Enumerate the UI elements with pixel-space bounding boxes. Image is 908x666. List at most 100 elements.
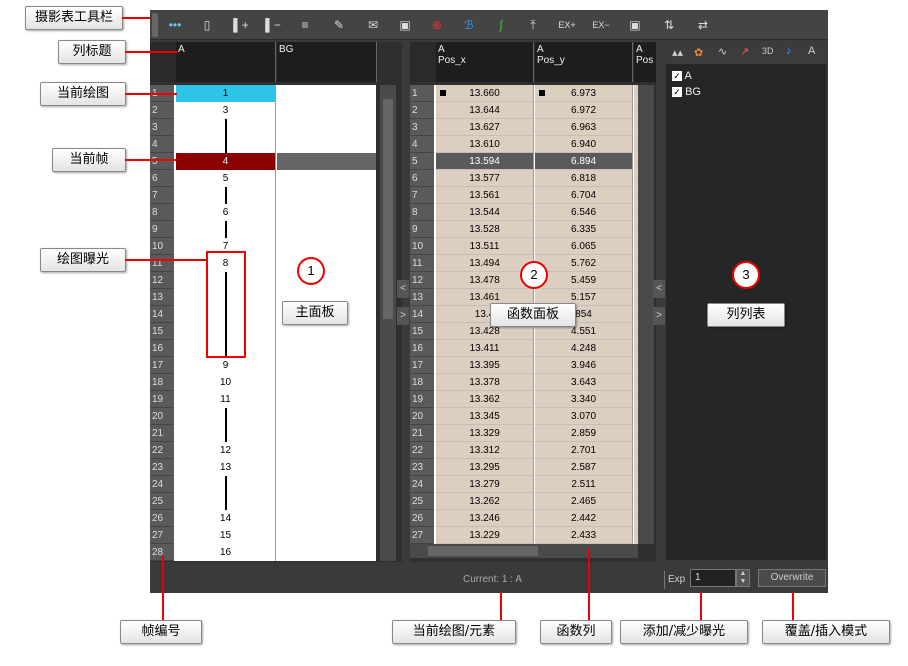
collapse-left-icon[interactable]: < [397, 280, 409, 298]
bg-cell[interactable] [277, 102, 376, 119]
exposure-cell[interactable] [176, 119, 276, 136]
toolbar-grip[interactable] [152, 13, 158, 37]
collapse-left-icon-2[interactable]: < [653, 280, 665, 298]
frame-number[interactable]: 20 [410, 408, 434, 425]
collapse-right-icon[interactable]: > [397, 307, 409, 325]
swap-icon[interactable]: ⇅ [658, 14, 680, 36]
effect-tab-icon[interactable]: ↗ [740, 45, 749, 58]
frame-number[interactable]: 22 [150, 442, 174, 459]
exposure-cell[interactable] [176, 476, 276, 493]
function-value-cell[interactable]: 13.312 [436, 442, 534, 459]
function-value-cell[interactable]: 5.762 [535, 255, 633, 272]
exposure-cell[interactable]: 3 [176, 102, 276, 119]
bg-cell[interactable] [277, 204, 376, 221]
bg-cell[interactable] [277, 459, 376, 476]
exposure-cell[interactable]: 10 [176, 374, 276, 391]
exposure-cell[interactable]: 13 [176, 459, 276, 476]
frame-number[interactable]: 25 [150, 493, 174, 510]
frame-number[interactable]: 11 [410, 255, 434, 272]
function-value-cell[interactable]: 13.528 [436, 221, 534, 238]
function-value-cell[interactable]: 13.378 [436, 374, 534, 391]
frame-number[interactable]: 6 [410, 170, 434, 187]
flip-icon[interactable]: ⇄ [692, 14, 714, 36]
bg-cell[interactable] [277, 170, 376, 187]
curve-tab-icon[interactable]: ∿ [718, 45, 727, 58]
exposure-cell[interactable]: 12 [176, 442, 276, 459]
function-value-cell[interactable]: 2.587 [535, 459, 633, 476]
bg-cell[interactable] [277, 255, 376, 272]
panel-toggle-icon[interactable]: ▯ [196, 14, 218, 36]
add-column-icon[interactable]: ▌+ [230, 14, 252, 36]
color-tab-icon[interactable]: ✿ [694, 46, 703, 59]
frame-number[interactable]: 21 [410, 425, 434, 442]
overwrite-button[interactable]: Overwrite [758, 569, 826, 587]
frame-number[interactable]: 2 [410, 102, 434, 119]
function-value-cell[interactable]: 6.894 [535, 153, 633, 170]
exposure-cell[interactable] [176, 408, 276, 425]
frame-number[interactable]: 5 [150, 153, 174, 170]
frame-number[interactable]: 20 [150, 408, 174, 425]
exposure-cell[interactable]: 5 [176, 170, 276, 187]
frame-number[interactable]: 16 [150, 340, 174, 357]
function-v-scrollbar[interactable] [638, 85, 654, 544]
ex-plus-icon[interactable]: EX+ [556, 14, 578, 36]
bg-cell[interactable] [277, 476, 376, 493]
frame-number[interactable]: 23 [410, 459, 434, 476]
checkbox-a[interactable]: ✓ [672, 71, 682, 81]
function-value-cell[interactable]: 6.704 [535, 187, 633, 204]
frame-number[interactable]: 24 [150, 476, 174, 493]
frame-number[interactable]: 11 [150, 255, 174, 272]
frame-number[interactable]: 3 [410, 119, 434, 136]
bg-cell[interactable] [277, 85, 376, 102]
function-value-cell[interactable]: 6.972 [535, 102, 633, 119]
bg-cell[interactable] [277, 272, 376, 289]
column-header-bg[interactable]: BG [277, 42, 377, 82]
frame-number[interactable]: 21 [150, 425, 174, 442]
function-value-cell[interactable]: 5.459 [535, 272, 633, 289]
bg-cell[interactable] [277, 136, 376, 153]
frame-number[interactable]: 14 [150, 306, 174, 323]
function-value-cell[interactable]: 6.963 [535, 119, 633, 136]
function-value-cell[interactable]: 6.940 [535, 136, 633, 153]
function-value-cell[interactable]: 2.465 [535, 493, 633, 510]
frame-number[interactable]: 12 [410, 272, 434, 289]
frame-number[interactable]: 1 [410, 85, 434, 102]
exposure-cell[interactable]: 9 [176, 357, 276, 374]
bg-cell[interactable] [277, 153, 376, 170]
frame-number[interactable]: 22 [410, 442, 434, 459]
frame-number[interactable]: 12 [150, 272, 174, 289]
function-value-cell[interactable]: 6.546 [535, 204, 633, 221]
frame-number[interactable]: 19 [410, 391, 434, 408]
exposure-cell[interactable] [176, 136, 276, 153]
more-icon[interactable]: ••• [164, 14, 186, 36]
function-value-cell[interactable]: 3.070 [535, 408, 633, 425]
frame-number[interactable]: 5 [410, 153, 434, 170]
frame-number[interactable]: 15 [150, 323, 174, 340]
function-value-cell[interactable]: 13.229 [436, 527, 534, 544]
bg-cell[interactable] [277, 357, 376, 374]
function-value-cell[interactable]: 13.345 [436, 408, 534, 425]
function-column-pos-x[interactable]: A Pos_x [436, 42, 534, 82]
exposure-cell[interactable]: 16 [176, 544, 276, 561]
function-column-pos-y[interactable]: A Pos_y [535, 42, 633, 82]
column-header-a[interactable]: A [176, 42, 276, 82]
frame-number[interactable]: 4 [410, 136, 434, 153]
function-value-cell[interactable]: 13.594 [436, 153, 534, 170]
delete-column-icon[interactable]: ▌− [262, 14, 284, 36]
frame-number[interactable]: 13 [150, 289, 174, 306]
frame-number[interactable]: 18 [410, 374, 434, 391]
bg-cell[interactable] [277, 374, 376, 391]
function-value-cell[interactable]: 2.701 [535, 442, 633, 459]
bg-cell[interactable] [277, 493, 376, 510]
column-list-item-bg[interactable]: ✓ BG [672, 86, 701, 98]
function-value-cell[interactable]: 13.644 [436, 102, 534, 119]
exposure-cell[interactable]: 1 [176, 85, 276, 102]
keyframe-tab-icon[interactable]: ▴▴ [672, 46, 683, 59]
frame-number[interactable]: 9 [410, 221, 434, 238]
exposure-cell[interactable]: 15 [176, 527, 276, 544]
sound-tab-icon[interactable]: ♪ [786, 45, 792, 57]
frame-number[interactable]: 26 [150, 510, 174, 527]
duplicate-icon[interactable]: ▣ [394, 14, 416, 36]
exposure-cell[interactable]: 6 [176, 204, 276, 221]
bg-cell[interactable] [277, 391, 376, 408]
